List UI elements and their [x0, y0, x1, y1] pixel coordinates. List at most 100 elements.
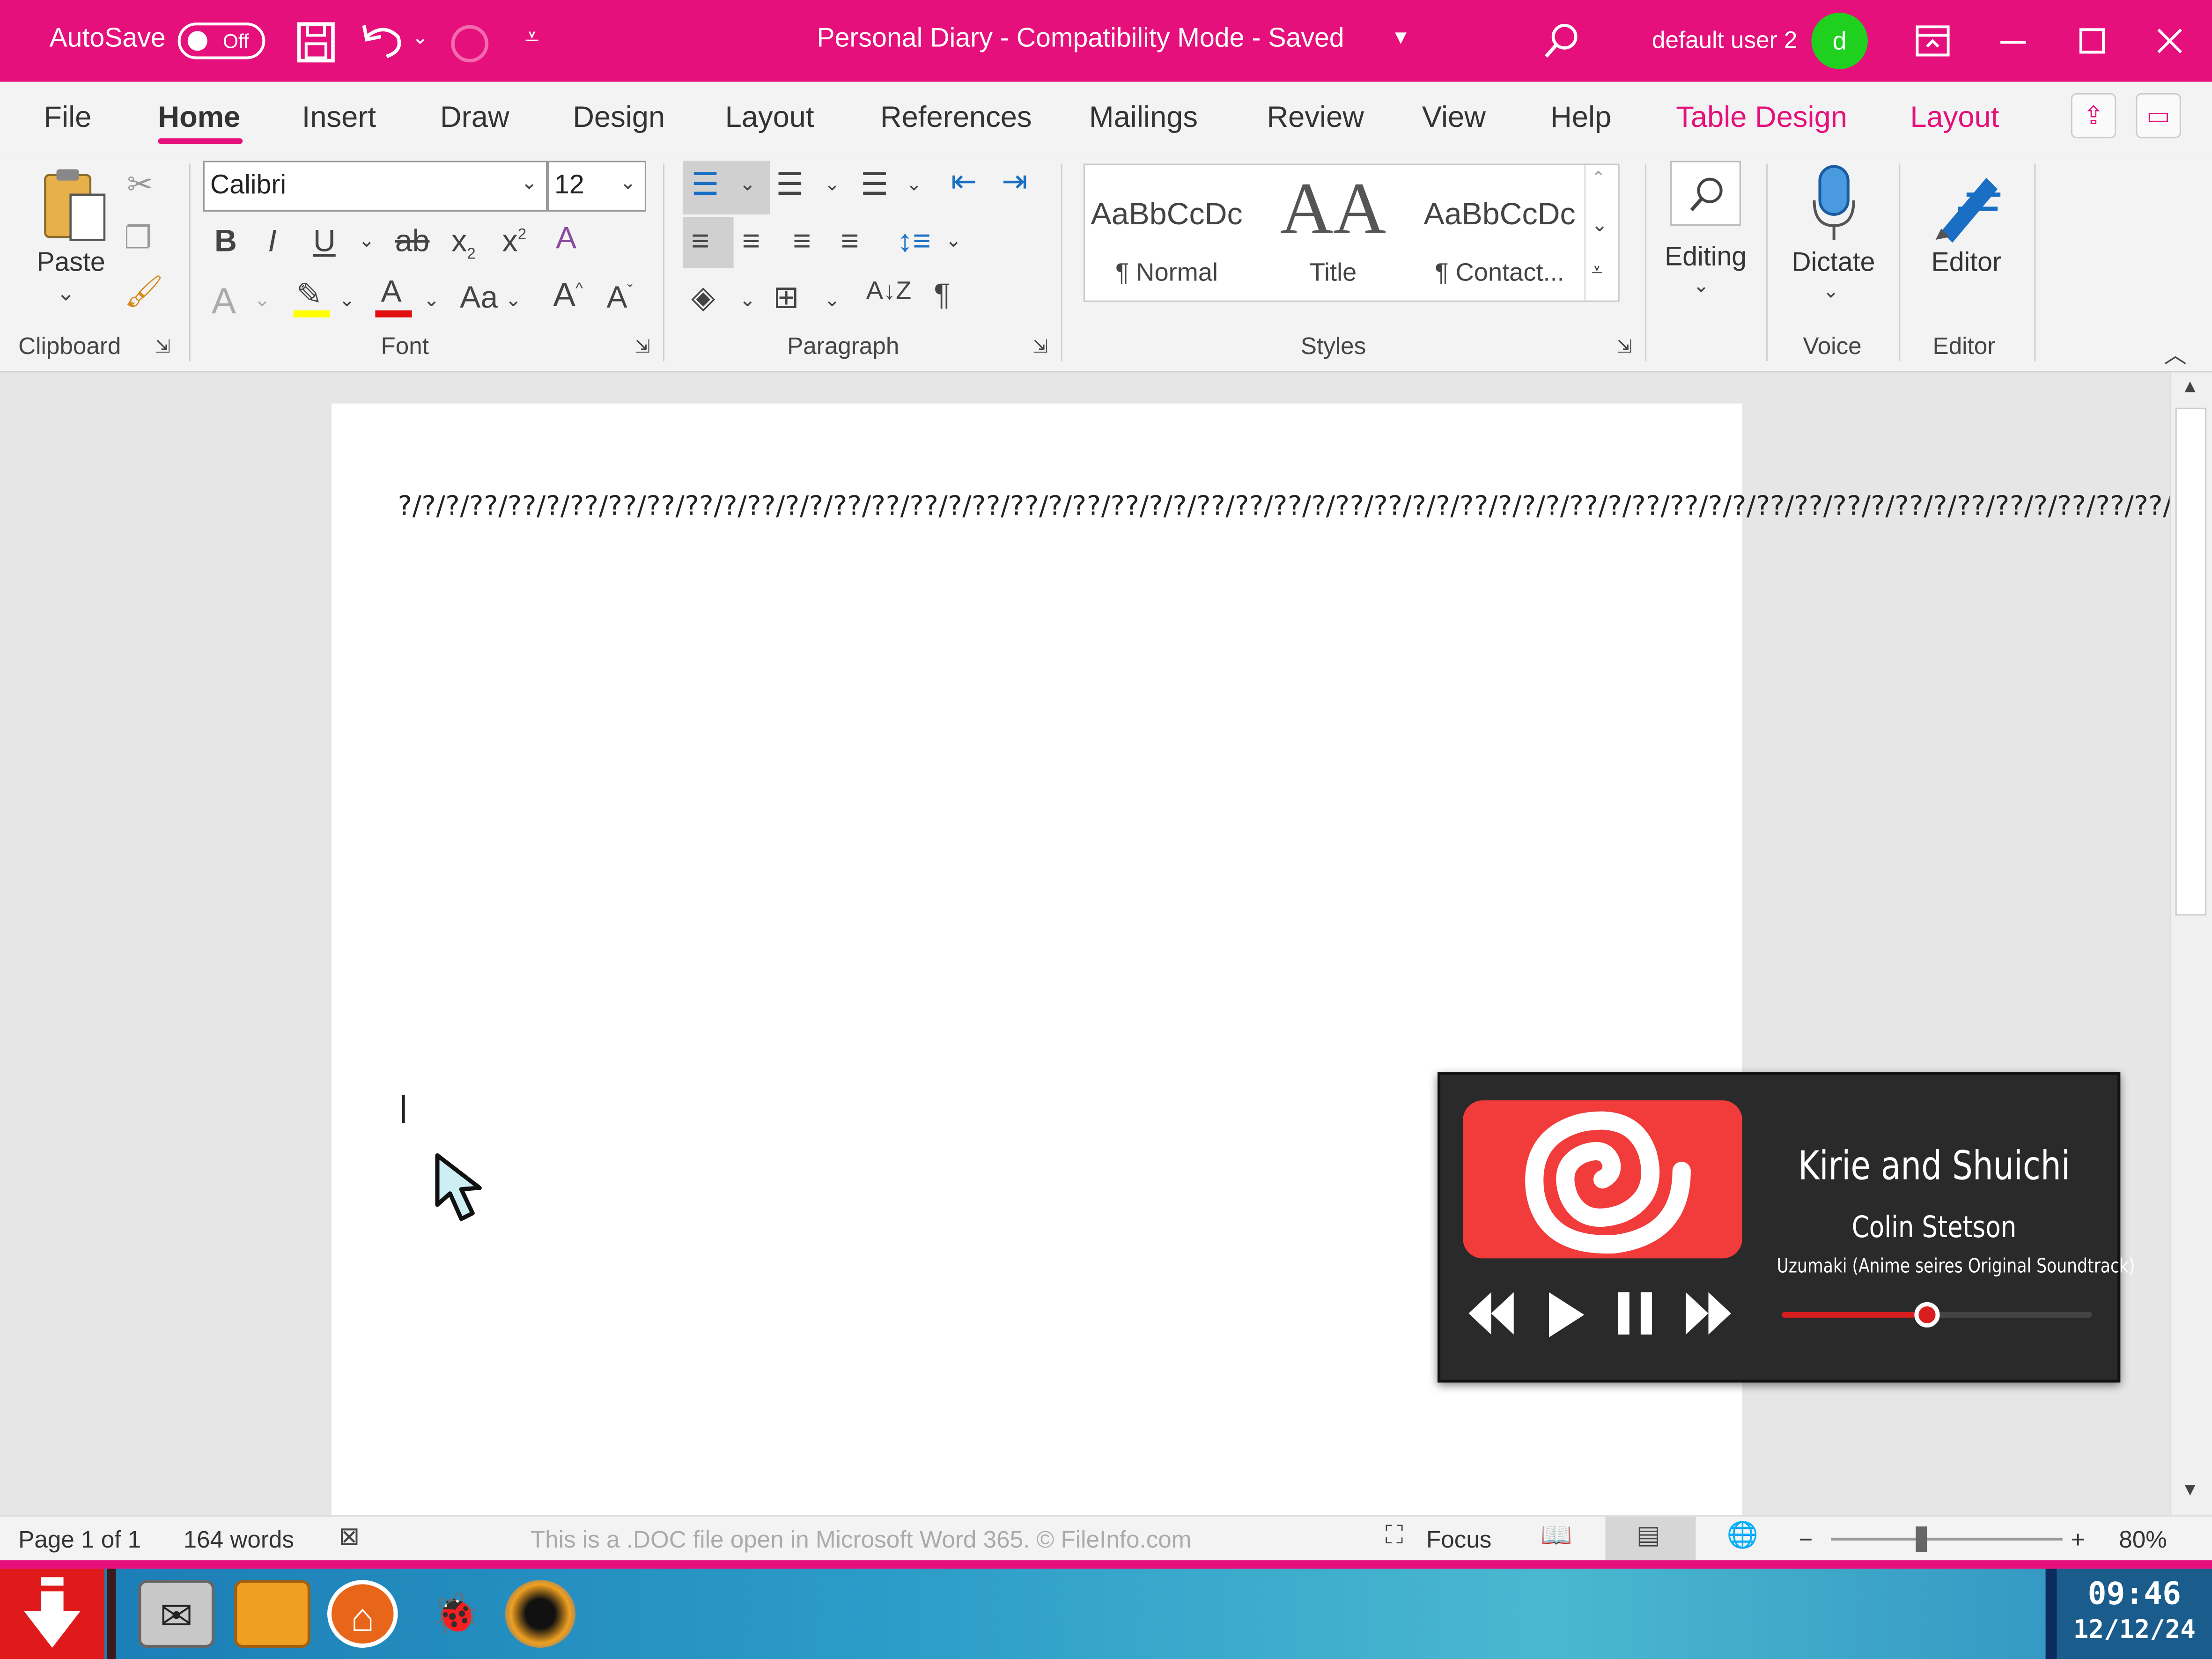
editing-dropdown-icon[interactable]: ⌄ — [1693, 273, 1709, 297]
shading-icon[interactable]: ◈ — [691, 280, 715, 316]
editing-label[interactable]: Editing — [1665, 243, 1747, 273]
style-contact[interactable]: AaBbCcDc ¶ Contact... — [1418, 165, 1581, 300]
line-spacing-icon[interactable]: ↕≡ — [897, 223, 931, 259]
styles-launcher-icon[interactable]: ⇲ — [1617, 336, 1632, 358]
redo-icon[interactable] — [449, 22, 491, 65]
font-color-icon[interactable]: A — [375, 273, 412, 318]
page-count[interactable]: Page 1 of 1 — [18, 1526, 141, 1555]
scroll-down-icon[interactable]: ▼ — [2181, 1478, 2199, 1499]
italic-icon[interactable]: I — [268, 223, 276, 259]
text-effects-icon[interactable]: A — [212, 280, 236, 323]
collapse-ribbon-icon[interactable]: ︿ — [2164, 336, 2187, 369]
document-body-text[interactable]: ?/?/?/??/??/?/??/??/??/??/?/??/?/?/??/??… — [398, 488, 2212, 525]
web-layout-icon[interactable]: 🌐 — [1727, 1521, 1759, 1550]
tab-insert[interactable]: Insert — [302, 102, 376, 135]
customize-toolbar-icon[interactable]: ⩡ — [525, 22, 539, 52]
change-case-dropdown-icon[interactable]: ⌄ — [505, 288, 522, 312]
minimize-icon[interactable] — [2000, 41, 2026, 44]
save-icon[interactable] — [296, 21, 336, 63]
tab-home[interactable]: Home — [158, 102, 240, 135]
multilevel-list-icon[interactable]: ☰ — [861, 167, 888, 203]
sort-icon[interactable]: A↓Z — [866, 277, 911, 306]
bullets-button[interactable]: ☰ ⌄ — [683, 161, 770, 214]
editor-label[interactable]: Editor — [1932, 248, 2002, 279]
borders-icon[interactable]: ⊞ — [773, 280, 799, 316]
zoom-level[interactable]: 80% — [2119, 1526, 2167, 1555]
system-clock[interactable]: 09:46 12/12/24 — [2057, 1569, 2212, 1659]
tab-table-design[interactable]: Table Design — [1676, 102, 1847, 135]
shading-dropdown-icon[interactable]: ⌄ — [739, 288, 756, 312]
paragraph-launcher-icon[interactable]: ⇲ — [1032, 336, 1048, 358]
pause-icon[interactable] — [1615, 1290, 1655, 1337]
show-formatting-icon[interactable]: ¶ — [934, 277, 951, 313]
style-normal[interactable]: AaBbCcDc ¶ Normal — [1085, 165, 1248, 300]
copy-icon[interactable]: ❐ — [124, 220, 152, 257]
progress-bar[interactable] — [1782, 1302, 2092, 1328]
bold-icon[interactable]: B — [214, 223, 237, 259]
superscript-icon[interactable]: x2 — [502, 223, 527, 259]
user-name[interactable]: default user 2 — [1652, 27, 1797, 55]
justify-icon[interactable]: ≡ — [841, 223, 859, 259]
borders-dropdown-icon[interactable]: ⌄ — [824, 288, 840, 312]
clear-formatting-icon[interactable]: A — [556, 220, 576, 257]
font-name-combo[interactable]: Calibri ⌄ — [203, 161, 547, 212]
highlight-dropdown-icon[interactable]: ⌄ — [339, 288, 355, 312]
tab-references[interactable]: References — [880, 102, 1032, 135]
numbering-icon[interactable]: ☰ — [776, 167, 804, 203]
avatar[interactable]: d — [1811, 13, 1868, 69]
word-count[interactable]: 164 words — [184, 1526, 294, 1555]
align-center-icon[interactable]: ≡ — [742, 223, 760, 259]
chevron-up-icon[interactable]: ⌃ — [1591, 168, 1605, 188]
progress-handle[interactable] — [1915, 1302, 1940, 1328]
tab-table-layout[interactable]: Layout — [1910, 102, 1999, 135]
gallery-scroll[interactable]: ⌃ ⌄ ⩡ — [1584, 165, 1618, 301]
tab-view[interactable]: View — [1422, 102, 1486, 135]
underline-icon[interactable]: U — [313, 223, 336, 259]
start-button[interactable] — [0, 1569, 104, 1659]
undo-dropdown-icon[interactable]: ⌄ — [412, 25, 428, 49]
rewind-icon[interactable] — [1466, 1290, 1516, 1337]
library-icon[interactable]: ⌂ — [327, 1580, 398, 1648]
multilevel-dropdown-icon[interactable]: ⌄ — [906, 172, 922, 196]
clipboard-launcher-icon[interactable]: ⇲ — [155, 336, 170, 358]
close-icon[interactable] — [2156, 27, 2184, 55]
paste-icon[interactable] — [39, 167, 107, 249]
text-effects-dropdown-icon[interactable]: ⌄ — [254, 288, 270, 312]
vertical-scrollbar[interactable]: ▲ ▼ — [2169, 372, 2212, 1515]
align-left-button[interactable]: ≡ — [683, 217, 734, 268]
media-app-icon[interactable] — [505, 1580, 576, 1648]
zoom-slider[interactable] — [1831, 1537, 2063, 1541]
highlight-color-icon[interactable]: ✎ — [293, 277, 330, 319]
style-title[interactable]: AA Title — [1248, 165, 1418, 300]
paste-label[interactable]: Paste — [37, 248, 105, 279]
scrollbar-thumb[interactable] — [2175, 407, 2207, 916]
gallery-more-icon[interactable]: ⩡ — [1591, 258, 1602, 282]
read-mode-icon[interactable]: 📖 — [1541, 1521, 1572, 1550]
fast-forward-icon[interactable] — [1683, 1290, 1733, 1337]
document-title[interactable]: Personal Diary - Compatibility Mode - Sa… — [817, 24, 1344, 55]
proofing-icon[interactable]: ⊠ — [339, 1522, 360, 1552]
chevron-down-icon[interactable]: ⌄ — [1591, 213, 1607, 237]
grow-font-icon[interactable]: A^ — [553, 277, 583, 316]
shrink-font-icon[interactable]: Aˇ — [607, 280, 633, 316]
tab-file[interactable]: File — [44, 102, 91, 135]
autosave-toggle[interactable]: Off — [177, 22, 265, 59]
mail-icon[interactable]: ✉ — [138, 1580, 214, 1648]
comments-icon[interactable]: ▭ — [2136, 93, 2181, 139]
decrease-indent-icon[interactable]: ⇤ — [951, 163, 977, 200]
microphone-icon[interactable] — [1811, 163, 1856, 243]
underline-dropdown-icon[interactable]: ⌄ — [358, 229, 375, 252]
zoom-in-button[interactable]: + — [2071, 1526, 2085, 1555]
cut-icon[interactable]: ✂ — [127, 167, 153, 203]
tab-review[interactable]: Review — [1267, 102, 1364, 135]
font-size-combo[interactable]: 12 ⌄ — [547, 161, 646, 212]
search-icon[interactable] — [1543, 22, 1580, 59]
print-layout-button[interactable]: ▤ — [1605, 1516, 1696, 1561]
dictate-label[interactable]: Dictate — [1792, 248, 1875, 279]
ribbon-display-icon[interactable] — [1916, 25, 1950, 57]
maximize-icon[interactable] — [2079, 28, 2105, 54]
paste-dropdown-icon[interactable]: ⌄ — [57, 280, 75, 308]
editor-icon[interactable] — [1930, 163, 2006, 243]
strikethrough-icon[interactable]: ab — [395, 223, 430, 259]
increase-indent-icon[interactable]: ⇥ — [1002, 163, 1028, 200]
